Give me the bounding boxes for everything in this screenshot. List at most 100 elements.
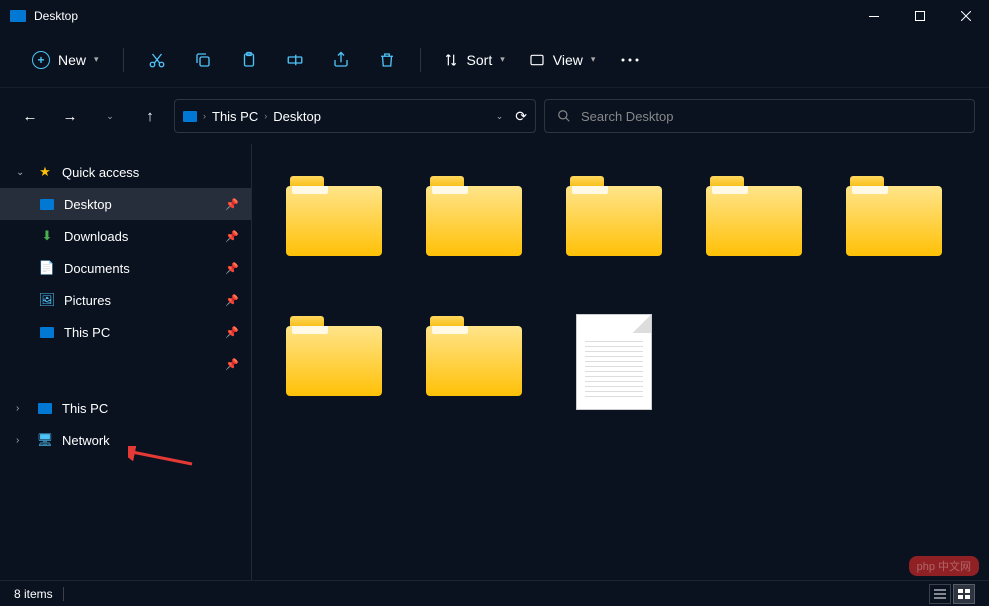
window-title: Desktop <box>34 9 78 23</box>
maximize-button[interactable] <box>897 0 943 32</box>
folder-icon <box>426 176 522 256</box>
sidebar-item-blank[interactable]: 📌 <box>0 348 251 380</box>
folder-icon <box>846 176 942 256</box>
delete-button[interactable] <box>366 42 408 78</box>
sidebar-item-label: This PC <box>64 325 110 340</box>
refresh-button[interactable]: ⟳ <box>515 108 527 125</box>
sort-label: Sort <box>467 52 493 68</box>
sidebar-quick-access[interactable]: ⌄ ★ Quick access <box>0 156 251 188</box>
content-area[interactable] <box>252 144 989 580</box>
folder-icon <box>706 176 802 256</box>
plus-icon: + <box>32 51 50 69</box>
chevron-right-icon: › <box>16 403 28 414</box>
address-bar[interactable]: › This PC › Desktop ⌄ ⟳ <box>174 99 536 133</box>
sidebar: ⌄ ★ Quick access Desktop 📌 ⬇ Downloads 📌… <box>0 144 252 580</box>
sidebar-item-desktop[interactable]: Desktop 📌 <box>0 188 251 220</box>
sidebar-item-documents[interactable]: 📄 Documents 📌 <box>0 252 251 284</box>
forward-button[interactable]: → <box>54 100 86 132</box>
breadcrumb-segment[interactable]: Desktop <box>273 109 321 124</box>
search-icon <box>557 109 571 123</box>
download-icon: ⬇ <box>38 228 56 244</box>
rename-button[interactable] <box>274 42 316 78</box>
search-bar[interactable] <box>544 99 975 133</box>
chevron-right-icon: › <box>264 111 267 121</box>
minimize-button[interactable] <box>851 0 897 32</box>
sidebar-item-downloads[interactable]: ⬇ Downloads 📌 <box>0 220 251 252</box>
back-button[interactable]: ← <box>14 100 46 132</box>
sidebar-item-label: Downloads <box>64 229 128 244</box>
pin-icon: 📌 <box>225 198 239 211</box>
titlebar: Desktop <box>0 0 989 32</box>
document-icon: 📄 <box>38 260 56 276</box>
pin-icon: 📌 <box>225 358 239 371</box>
folder-icon <box>286 176 382 256</box>
divider <box>420 48 421 72</box>
details-view-button[interactable] <box>929 584 951 604</box>
folder-item[interactable] <box>544 168 684 308</box>
pin-icon: 📌 <box>225 294 239 307</box>
new-label: New <box>58 52 86 68</box>
sidebar-item-pictures[interactable]: 🖼 Pictures 📌 <box>0 284 251 316</box>
breadcrumb-segment[interactable]: This PC <box>212 109 258 124</box>
divider <box>63 587 64 601</box>
view-icon <box>529 52 545 68</box>
pin-icon: 📌 <box>225 230 239 243</box>
recent-button[interactable]: ⌄ <box>94 100 126 132</box>
more-button[interactable] <box>609 42 651 78</box>
sidebar-section-network[interactable]: › 🖥 Network <box>0 424 251 456</box>
desktop-icon <box>10 10 26 22</box>
pictures-icon: 🖼 <box>38 292 56 308</box>
file-item[interactable] <box>544 308 684 448</box>
sidebar-item-label: This PC <box>62 401 108 416</box>
status-bar: 8 items <box>0 580 989 606</box>
sidebar-item-label: Documents <box>64 261 130 276</box>
sidebar-item-label: Pictures <box>64 293 111 308</box>
monitor-icon <box>38 327 56 338</box>
pin-icon: 📌 <box>225 262 239 275</box>
view-button[interactable]: View ▾ <box>519 46 606 74</box>
paste-button[interactable] <box>228 42 270 78</box>
cut-button[interactable] <box>136 42 178 78</box>
monitor-icon <box>36 403 54 414</box>
search-input[interactable] <box>581 109 962 124</box>
file-icon <box>576 314 652 410</box>
chevron-right-icon: › <box>203 111 206 121</box>
toolbar: + New ▾ Sort ▾ View <box>0 32 989 88</box>
item-count: 8 items <box>14 587 53 601</box>
sort-button[interactable]: Sort ▾ <box>433 46 515 74</box>
share-button[interactable] <box>320 42 362 78</box>
view-label: View <box>553 52 583 68</box>
desktop-icon <box>38 199 56 210</box>
network-icon: 🖥 <box>36 432 54 448</box>
star-icon: ★ <box>36 164 54 180</box>
address-row: ← → ⌄ ↑ › This PC › Desktop ⌄ ⟳ <box>0 88 989 144</box>
folder-item[interactable] <box>264 308 404 448</box>
sidebar-item-this-pc[interactable]: This PC 📌 <box>0 316 251 348</box>
folder-icon <box>426 316 522 396</box>
chevron-down-icon: ▾ <box>500 54 505 65</box>
chevron-down-icon[interactable]: ⌄ <box>496 111 504 122</box>
chevron-down-icon: ⌄ <box>16 167 28 178</box>
chevron-down-icon: ▾ <box>94 54 99 65</box>
chevron-right-icon: › <box>16 435 28 446</box>
divider <box>123 48 124 72</box>
folder-item[interactable] <box>684 168 824 308</box>
folder-icon <box>286 316 382 396</box>
sidebar-section-this-pc[interactable]: › This PC <box>0 392 251 424</box>
folder-item[interactable] <box>404 168 544 308</box>
icons-view-button[interactable] <box>953 584 975 604</box>
chevron-down-icon: ▾ <box>591 54 596 65</box>
desktop-icon <box>183 111 197 122</box>
sort-icon <box>443 52 459 68</box>
sidebar-item-label: Desktop <box>64 197 112 212</box>
folder-icon <box>566 176 662 256</box>
pin-icon: 📌 <box>225 326 239 339</box>
folder-item[interactable] <box>824 168 964 308</box>
folder-item[interactable] <box>264 168 404 308</box>
folder-item[interactable] <box>404 308 544 448</box>
up-button[interactable]: ↑ <box>134 100 166 132</box>
copy-button[interactable] <box>182 42 224 78</box>
sidebar-item-label: Network <box>62 433 110 448</box>
new-button[interactable]: + New ▾ <box>20 45 111 75</box>
close-button[interactable] <box>943 0 989 32</box>
